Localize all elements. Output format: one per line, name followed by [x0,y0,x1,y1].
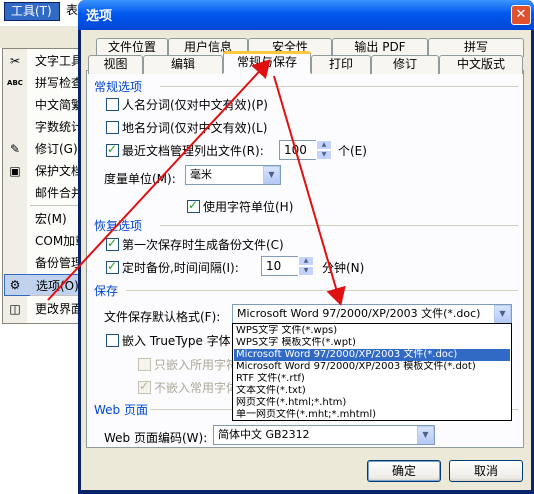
group-web-header: Web 页面 [94,403,148,417]
spellcheck-icon: ABC [7,79,23,87]
embed-truetype-checkbox[interactable] [106,334,119,347]
group-divider [160,225,518,226]
embed-truetype-label: 嵌入 TrueType 字体 [122,334,230,348]
spin-down-icon[interactable]: ▼ [316,150,332,160]
spin-down-icon[interactable]: ▼ [298,266,314,276]
default-format-select[interactable]: Microsoft Word 97/2000/XP/2003 文件(*.doc) [232,304,512,324]
menu-item[interactable]: 保护文档 [27,160,80,182]
format-option[interactable]: 单一网页文件(*.mht;*.mhtml) [234,409,510,421]
close-button[interactable]: ✕ [511,5,531,25]
default-format-label: 文件保存默认格式(F): [104,310,221,324]
char-unit-label: 使用字符单位(H) [203,200,294,214]
group-general-header: 常规选项 [94,80,143,94]
no-common-fonts-checkbox [138,379,151,394]
menu-item[interactable]: COM加载项 [27,230,80,252]
tab-chinese-layout[interactable]: 中文版式 [439,55,523,74]
menu-bar [0,26,80,48]
measure-unit-label: 度量单位(M): [104,172,176,186]
auto-backup-checkbox[interactable] [106,259,119,274]
menu-item[interactable]: 更改界面 [27,298,80,320]
name-split-checkbox[interactable] [106,98,119,111]
place-split-checkbox[interactable] [106,121,119,134]
text-tools-icon: ✂ [9,54,21,68]
chevron-down-icon[interactable]: ▼ [263,166,280,184]
name-split-label: 人名分词(仅对中文有效)(P) [122,98,268,112]
tab-revision[interactable]: 修订 [371,55,439,74]
no-common-fonts-label: 不嵌入常用字体 [154,381,232,395]
menu-item[interactable]: 拼写检查 [27,72,80,94]
group-divider [160,86,518,87]
backup-first-save-checkbox[interactable] [106,236,119,251]
format-option[interactable]: 网页文件(*.html;*.htm) [234,397,510,409]
place-split-label: 地名分词(仅对中文有效)(L) [122,121,268,135]
group-recovery-header: 恢复选项 [94,219,143,233]
change-ui-icon: ◫ [9,302,21,316]
menu-item[interactable]: 文字工具 [27,50,80,72]
backup-first-save-label: 第一次保存时生成备份文件(C) [122,238,284,252]
menu-item[interactable]: 备份管理 [27,252,80,274]
web-encoding-select[interactable]: 简体中文 GB2312 [213,425,435,445]
spin-up-icon[interactable]: ▲ [298,256,314,266]
spin-up-icon[interactable]: ▲ [316,140,332,150]
menu-item[interactable]: 宏(M) [27,208,80,230]
menu-item[interactable]: 中文简繁 [27,94,80,116]
menu-item[interactable]: 字数统计 [27,116,80,138]
interval-unit-label: 分钟(N) [322,261,365,275]
backup-interval-input[interactable]: 10 [261,256,299,276]
auto-backup-label: 定时备份,时间间隔(I): [122,261,239,275]
recent-files-checkbox[interactable] [106,142,119,157]
format-option[interactable]: WPS文字 文件(*.wps) [234,325,510,337]
format-option[interactable]: Microsoft Word 97/2000/XP/2003 模板文件(*.do… [234,361,510,373]
backup-interval-spinner[interactable]: ▲ ▼ [298,256,314,276]
format-option-selected[interactable]: Microsoft Word 97/2000/XP/2003 文件(*.doc) [234,349,510,361]
tab-general-save[interactable]: 常规与保存 [223,51,311,73]
embed-used-only-label: 只嵌入所用字符 [154,358,232,372]
tab-view[interactable]: 视图 [88,55,143,74]
recent-count-spinner[interactable]: ▲ ▼ [316,140,332,160]
menu-tools[interactable]: 工具(T) [4,2,60,21]
chevron-down-icon[interactable]: ▼ [494,305,511,323]
ok-button[interactable]: 确定 [367,460,441,482]
dialog-titlebar[interactable] [78,0,534,30]
menu-separator [30,205,80,206]
menu-separator [30,295,80,296]
recent-files-label: 最近文档管理列出文件(R): [122,144,264,158]
options-gear-icon: ⚙ [9,278,21,292]
close-icon: ✕ [515,7,527,22]
char-unit-checkbox[interactable] [187,198,200,213]
cancel-button[interactable]: 取消 [449,460,523,482]
group-save-header: 保存 [94,284,119,298]
web-encoding-label: Web 页面编码(W): [104,431,208,445]
format-option[interactable]: WPS文字 模板文件(*.wpt) [234,337,510,349]
dialog-title: 选项 [86,9,113,24]
embed-used-only-checkbox [138,358,151,371]
format-dropdown-list: WPS文字 文件(*.wps) WPS文字 模板文件(*.wpt) Micros… [232,323,512,421]
menu-item[interactable]: 邮件合并 [27,182,80,204]
recent-count-input[interactable]: 100 [279,140,317,160]
tab-edit[interactable]: 编辑 [143,55,223,74]
format-option[interactable]: 文本文件(*.txt) [234,385,510,397]
protect-doc-icon: ▣ [9,164,21,178]
tab-print[interactable]: 打印 [311,55,371,74]
chevron-down-icon[interactable]: ▼ [417,426,434,444]
menu-item[interactable]: 修订(G) [27,138,80,160]
recent-unit-label: 个(E) [338,144,367,158]
revision-icon: ✎ [9,142,21,156]
group-divider [126,290,518,291]
format-option[interactable]: RTF 文件(*.rtf) [234,373,510,385]
